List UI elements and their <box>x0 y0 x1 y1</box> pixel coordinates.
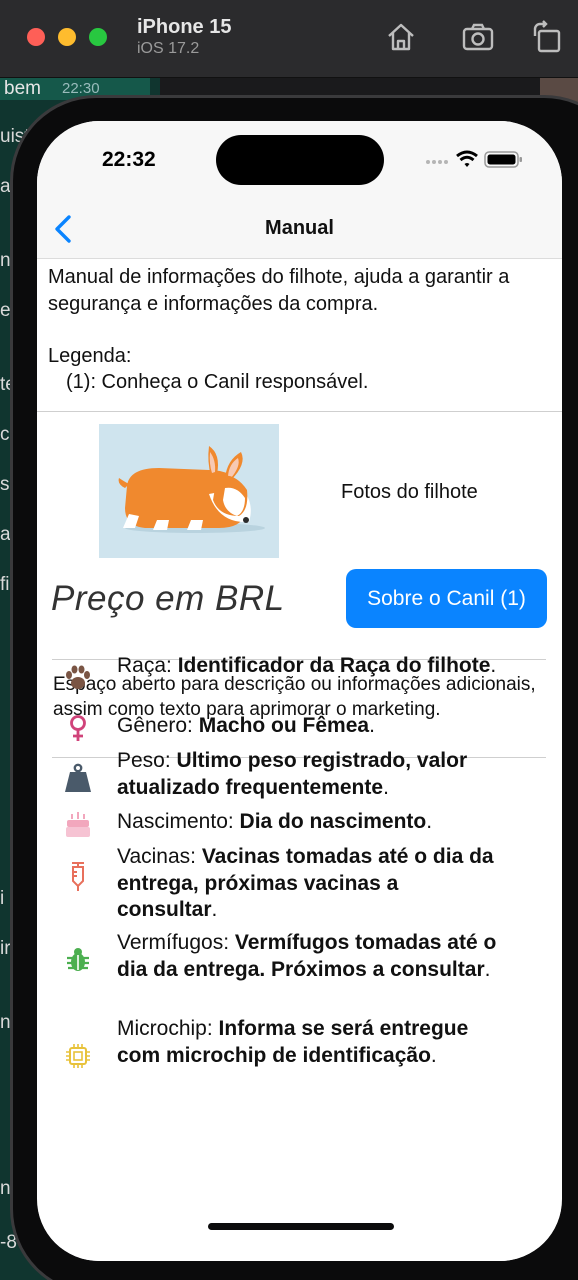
info-item-value: Identificador da Raça do filhote <box>177 654 491 677</box>
info-item-value: Dia do nascimento <box>239 810 427 833</box>
info-item-label: Peso: <box>117 749 177 772</box>
status-time: 22:32 <box>102 148 156 171</box>
intro-text: Manual de informações do filhote, ajuda … <box>48 266 510 315</box>
microchip-icon <box>63 1041 93 1071</box>
info-item-value: Macho ou Fêmea <box>198 714 370 737</box>
info-item-label: Gênero: <box>117 714 199 737</box>
navigation-bar: Manual <box>37 201 562 259</box>
legend-item: (1): Conheça o Canil responsável. <box>66 371 369 393</box>
screenshot-icon[interactable] <box>461 20 495 54</box>
simulator-titlebar: iPhone 15 iOS 17.2 <box>0 0 578 78</box>
info-item-label: Nascimento: <box>117 810 240 833</box>
bug-icon <box>63 945 93 975</box>
simulator-os-version: iOS 17.2 <box>137 40 200 57</box>
dynamic-island <box>216 135 384 185</box>
info-item-text: Raça: Identificador da Raça do filhote. <box>117 654 497 677</box>
info-item-label: Microchip: <box>117 1017 219 1040</box>
price-label: Preço em BRL <box>51 579 285 618</box>
rotate-icon[interactable] <box>530 20 564 54</box>
info-item-text: Nascimento: Dia do nascimento. <box>117 810 433 833</box>
info-item-text: Vacinas: Vacinas tomadas até o dia da en… <box>117 845 494 921</box>
background-chat-text: bem <box>4 78 41 99</box>
info-item-label: Raça: <box>117 654 178 677</box>
battery-icon <box>484 151 522 168</box>
simulator-device-name: iPhone 15 <box>137 16 232 38</box>
info-item-label: Vacinas: <box>117 845 202 868</box>
status-icons <box>426 150 522 168</box>
status-bar: 22:32 <box>37 121 562 201</box>
photos-label: Fotos do filhote <box>341 481 478 503</box>
corgi-illustration <box>118 446 265 533</box>
weight-icon <box>63 763 93 793</box>
cake-icon <box>63 809 93 839</box>
zoom-window-button[interactable] <box>89 28 107 46</box>
info-item-text: Vermífugos: Vermífugos tomadas até o dia… <box>117 931 497 981</box>
cellular-signal-icon <box>426 160 448 164</box>
female-icon <box>63 713 93 743</box>
device-screen: 22:32 Manual Manual de informações do fi… <box>37 121 562 1261</box>
info-item-text: Gênero: Macho ou Fêmea. <box>117 714 375 737</box>
info-item-label: Vermífugos: <box>117 931 235 954</box>
syringe-icon <box>63 861 93 891</box>
close-window-button[interactable] <box>27 28 45 46</box>
about-kennel-button[interactable]: Sobre o Canil (1) <box>346 569 547 628</box>
wifi-icon <box>456 150 478 167</box>
home-icon[interactable] <box>384 20 418 54</box>
info-item-text: Microchip: Informa se será entregue com … <box>117 1017 469 1067</box>
minimize-window-button[interactable] <box>58 28 76 46</box>
page-title: Manual <box>265 217 334 239</box>
section-divider <box>37 411 562 412</box>
info-item-text: Peso: Ultimo peso registrado, valor atua… <box>117 749 468 799</box>
puppy-image[interactable] <box>99 424 279 558</box>
home-indicator[interactable] <box>208 1223 394 1230</box>
paw-icon <box>63 663 93 693</box>
legend-title: Legenda: <box>48 345 132 367</box>
